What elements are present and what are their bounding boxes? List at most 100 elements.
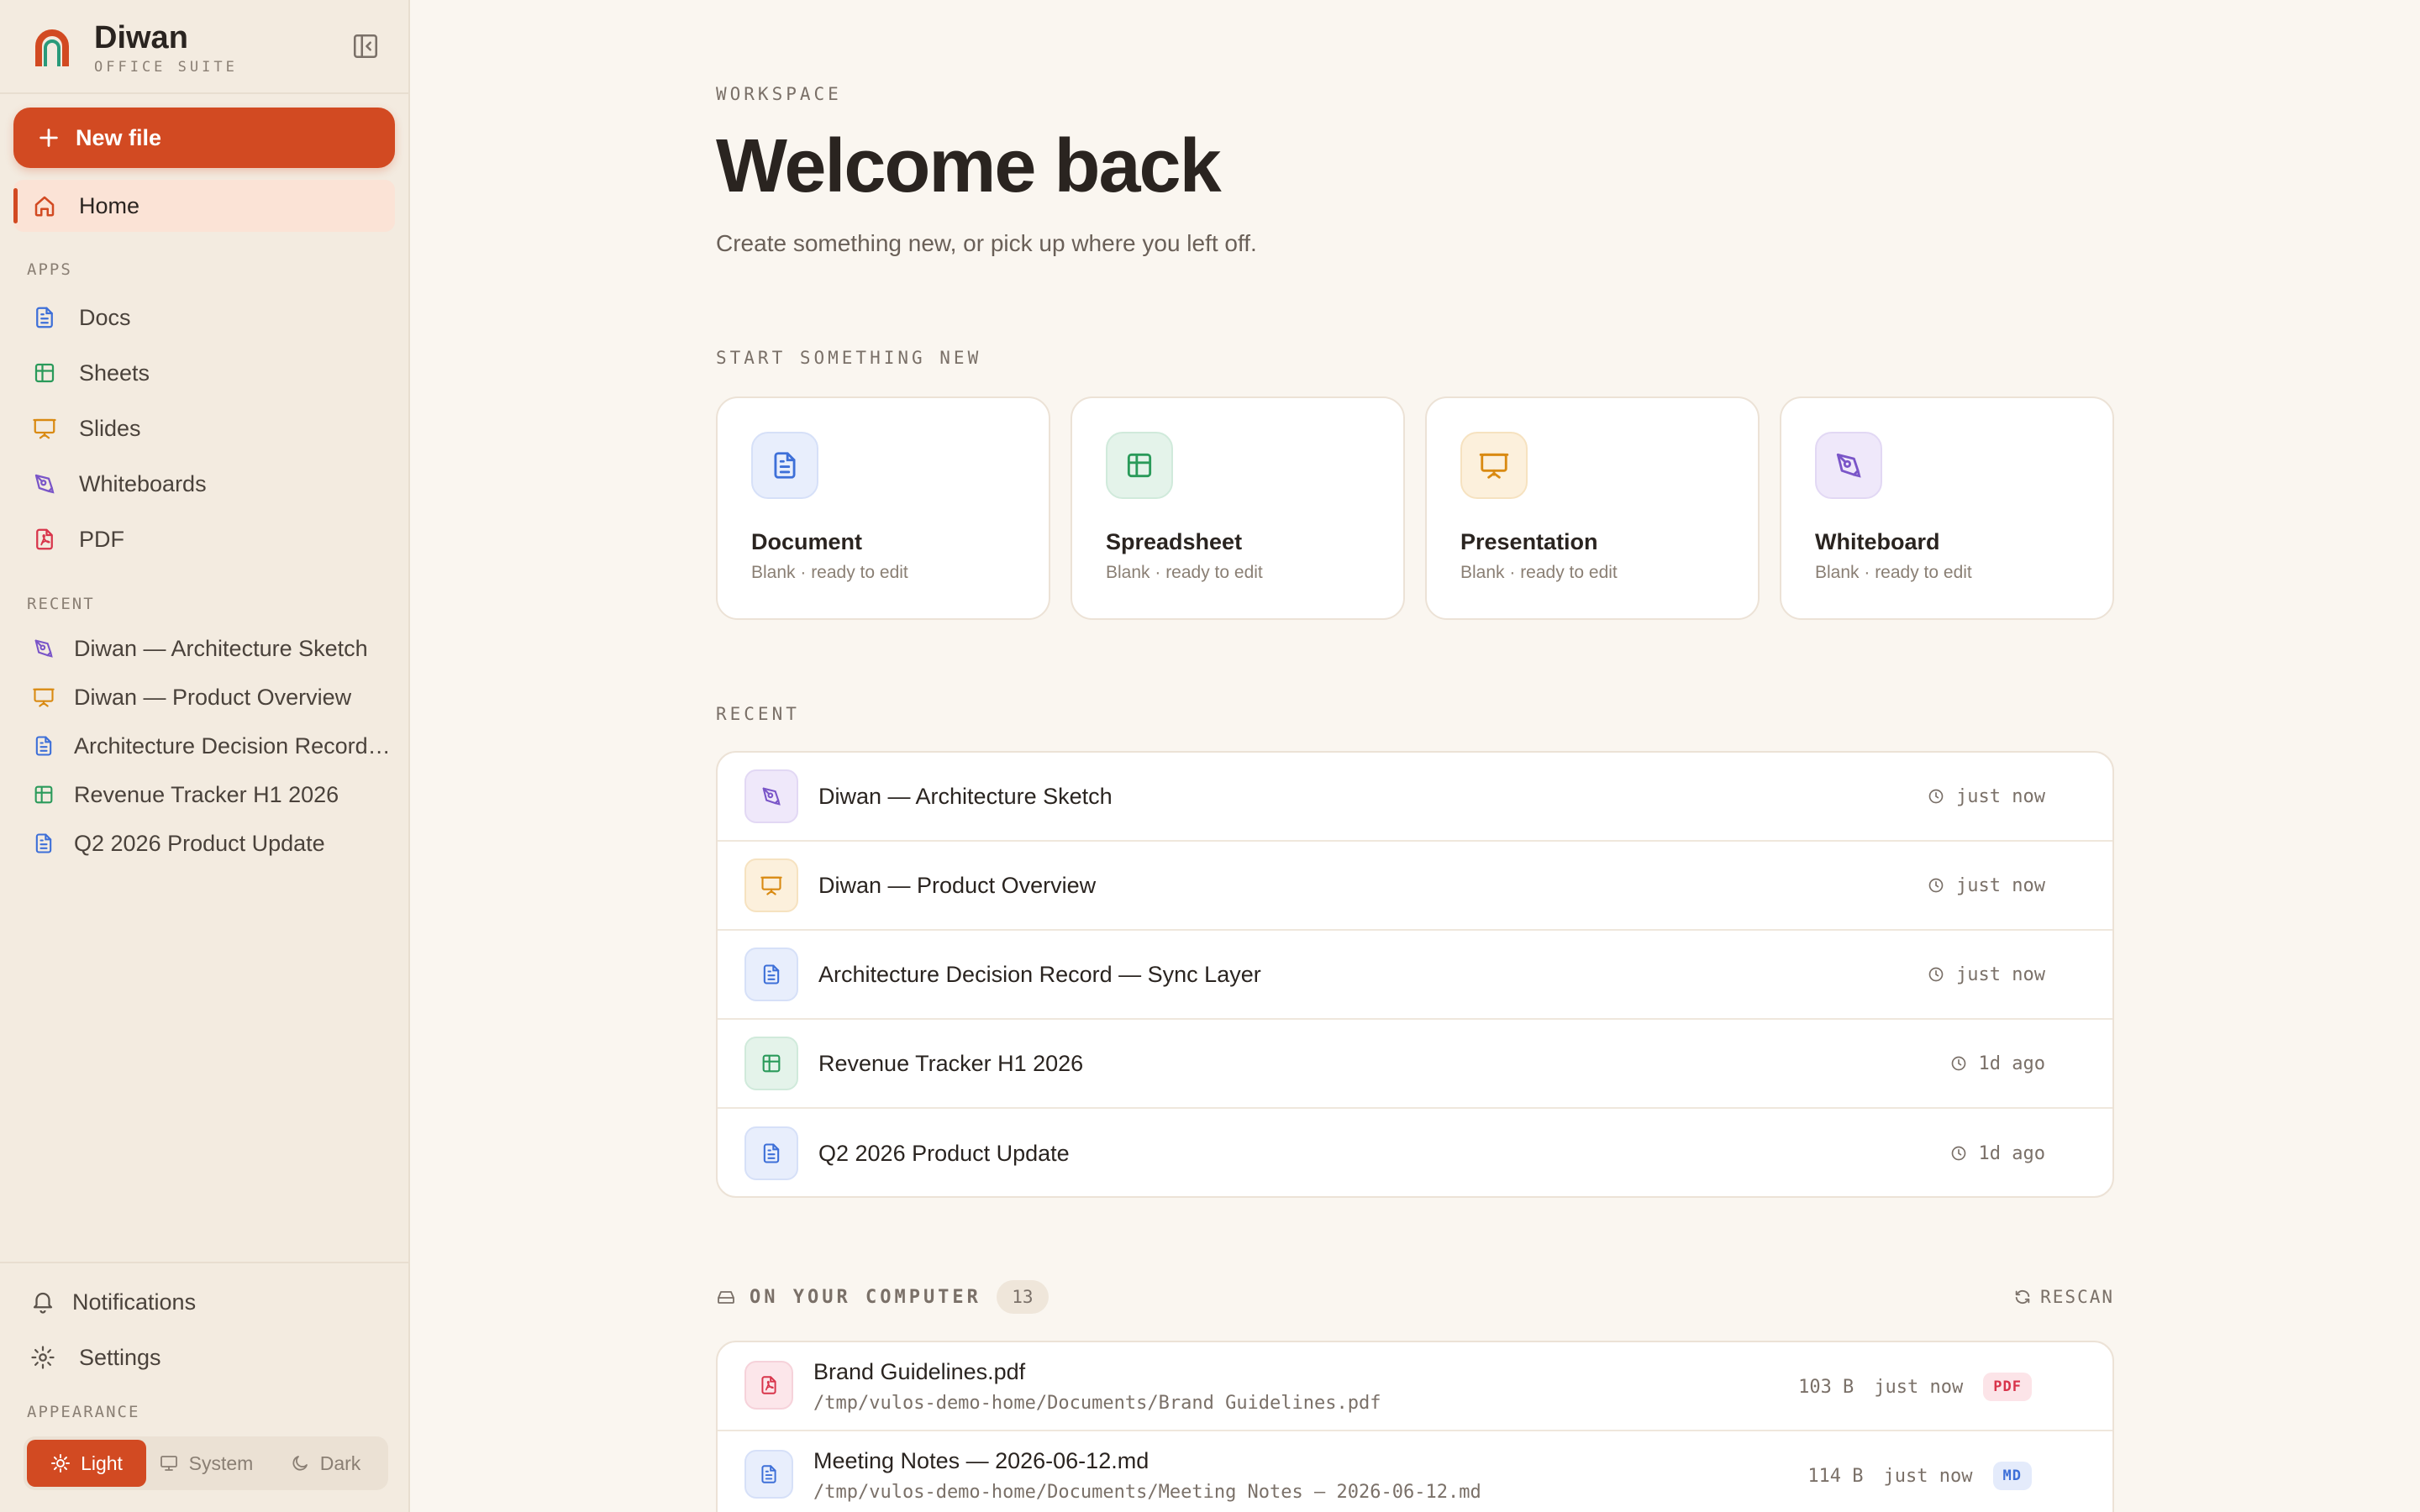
file-size: 103 B [1798, 1376, 1854, 1398]
slide-badge [744, 858, 798, 912]
whiteboard-badge [744, 769, 798, 823]
sidebar-item-notifications[interactable]: Notifications [13, 1278, 395, 1326]
sun-icon [51, 1454, 71, 1473]
new-presentation-card[interactable]: Presentation Blank · ready to edit [1425, 396, 1760, 620]
file-time: just now [1874, 1376, 1964, 1398]
sidebar-recent-item[interactable]: Q2 2026 Product Update [13, 822, 395, 865]
recent-time: 1d ago [1950, 1143, 2045, 1164]
recent-row[interactable]: Q2 2026 Product Update 1d ago [718, 1109, 2112, 1196]
sidebar-recent-item[interactable]: Diwan — Product Overview [13, 675, 395, 719]
new-spreadsheet-card[interactable]: Spreadsheet Blank · ready to edit [1071, 396, 1405, 620]
computer-heading: ON YOUR COMPUTER [750, 1286, 981, 1308]
pen-icon [760, 785, 783, 808]
slide-badge [1460, 432, 1528, 499]
recent-title: Q2 2026 Product Update [818, 1140, 1070, 1166]
recent-time: just now [1928, 875, 2045, 896]
theme-light-button[interactable]: Light [27, 1440, 146, 1487]
clock-icon [1928, 788, 1944, 805]
rescan-label: RESCAN [2040, 1287, 2114, 1307]
theme-system-button[interactable]: System [146, 1440, 266, 1487]
doc-badge [744, 948, 798, 1001]
home-icon [34, 196, 55, 217]
sidebar-item-label: Slides [79, 415, 141, 441]
recent-time-label: 1d ago [1978, 1142, 2045, 1164]
sidebar-item-slides[interactable]: Slides [13, 405, 395, 452]
bell-icon [33, 1292, 53, 1314]
recent-row[interactable]: Diwan — Architecture Sketch just now [718, 753, 2112, 842]
sidebar-recent-item[interactable]: Architecture Decision Record — Sync Laye… [13, 724, 395, 768]
sidebar-item-sheets[interactable]: Sheets [13, 349, 395, 396]
theme-option-label: Light [81, 1452, 123, 1474]
file-type-tag: MD [1992, 1462, 2032, 1490]
hard-drive-icon [718, 1291, 734, 1304]
doc-icon [760, 1142, 783, 1165]
file-meta: 103 B just now PDF [1778, 1373, 2032, 1401]
sidebar-recent-item[interactable]: Revenue Tracker H1 2026 [13, 773, 395, 816]
doc-icon [32, 832, 55, 855]
recent-time: 1d ago [1950, 1053, 2045, 1074]
brand-name: Diwan [94, 20, 188, 55]
doc-icon [32, 305, 57, 330]
page-subtitle: Create something new, or pick up where y… [716, 230, 1257, 256]
pdf-icon [32, 527, 57, 552]
slide-icon [1478, 449, 1510, 481]
recent-row[interactable]: Architecture Decision Record — Sync Laye… [718, 931, 2112, 1020]
sidebar-recent-label: Revenue Tracker H1 2026 [74, 781, 339, 807]
sheet-icon [32, 783, 55, 806]
rescan-button[interactable]: RESCAN [2013, 1287, 2114, 1307]
file-time: just now [1883, 1465, 1973, 1487]
sheet-icon [32, 360, 57, 386]
recent-time: just now [1928, 786, 2045, 807]
gear-icon [31, 1346, 55, 1369]
recent-time-label: just now [1956, 874, 2045, 896]
doc-badge [744, 1126, 798, 1180]
new-file-label: New file [76, 124, 162, 150]
theme-dark-button[interactable]: Dark [266, 1440, 385, 1487]
monitor-icon [160, 1456, 177, 1471]
recent-title: Revenue Tracker H1 2026 [818, 1050, 1084, 1076]
recent-list: Diwan — Architecture Sketch just now Diw… [716, 751, 2114, 1198]
collapse-sidebar-icon[interactable] [351, 32, 380, 60]
card-title: Whiteboard [1815, 529, 1940, 554]
new-whiteboard-card[interactable]: Whiteboard Blank · ready to edit [1780, 396, 2114, 620]
clock-icon [1950, 1055, 1967, 1072]
sidebar-item-home[interactable]: Home [13, 180, 395, 232]
page-title: Welcome back [716, 124, 1222, 208]
sidebar-item-label: Settings [79, 1344, 161, 1370]
recent-title: Diwan — Product Overview [818, 872, 1097, 898]
clock-icon [1950, 1145, 1967, 1162]
whiteboard-badge [1815, 432, 1882, 499]
card-title: Document [751, 529, 863, 554]
theme-option-label: Dark [319, 1452, 361, 1474]
new-file-button[interactable]: New file [13, 108, 395, 168]
sidebar-item-whiteboards[interactable]: Whiteboards [13, 460, 395, 507]
sidebar-item-label: Whiteboards [79, 470, 207, 496]
pen-icon [32, 471, 57, 496]
card-subtitle: Blank · ready to edit [1106, 563, 1263, 582]
doc-badge [744, 1450, 793, 1499]
recent-row[interactable]: Revenue Tracker H1 2026 1d ago [718, 1020, 2112, 1109]
file-row[interactable]: Brand Guidelines.pdf /tmp/vulos-demo-hom… [718, 1342, 2112, 1431]
sidebar-item-label: Sheets [79, 360, 150, 386]
page-eyebrow: WORKSPACE [716, 84, 842, 104]
sheet-icon [760, 1052, 783, 1075]
refresh-icon [2015, 1289, 2030, 1305]
recent-heading: RECENT [27, 595, 95, 613]
sheet-icon [1123, 449, 1155, 481]
file-name: Meeting Notes — 2026-06-12.md [813, 1448, 1150, 1473]
sidebar-divider [0, 1262, 410, 1263]
sidebar-recent-item[interactable]: Diwan — Architecture Sketch [13, 627, 395, 670]
sidebar-item-docs[interactable]: Docs [13, 294, 395, 341]
file-row[interactable]: Meeting Notes — 2026-06-12.md /tmp/vulos… [718, 1431, 2112, 1512]
slide-icon [32, 685, 55, 709]
slide-icon [32, 416, 57, 441]
sidebar-item-pdf[interactable]: PDF [13, 516, 395, 563]
new-document-card[interactable]: Document Blank · ready to edit [716, 396, 1050, 620]
sidebar-recent-label: Q2 2026 Product Update [74, 830, 325, 856]
file-path: /tmp/vulos-demo-home/Documents/Meeting N… [813, 1482, 1481, 1503]
sidebar-item-settings[interactable]: Settings [13, 1334, 395, 1381]
brand[interactable]: Diwan OFFICE SUITE [34, 18, 238, 77]
apps-heading: APPS [27, 260, 72, 279]
sidebar-recent-label: Architecture Decision Record — Sync Laye… [74, 732, 393, 759]
recent-row[interactable]: Diwan — Product Overview just now [718, 842, 2112, 931]
